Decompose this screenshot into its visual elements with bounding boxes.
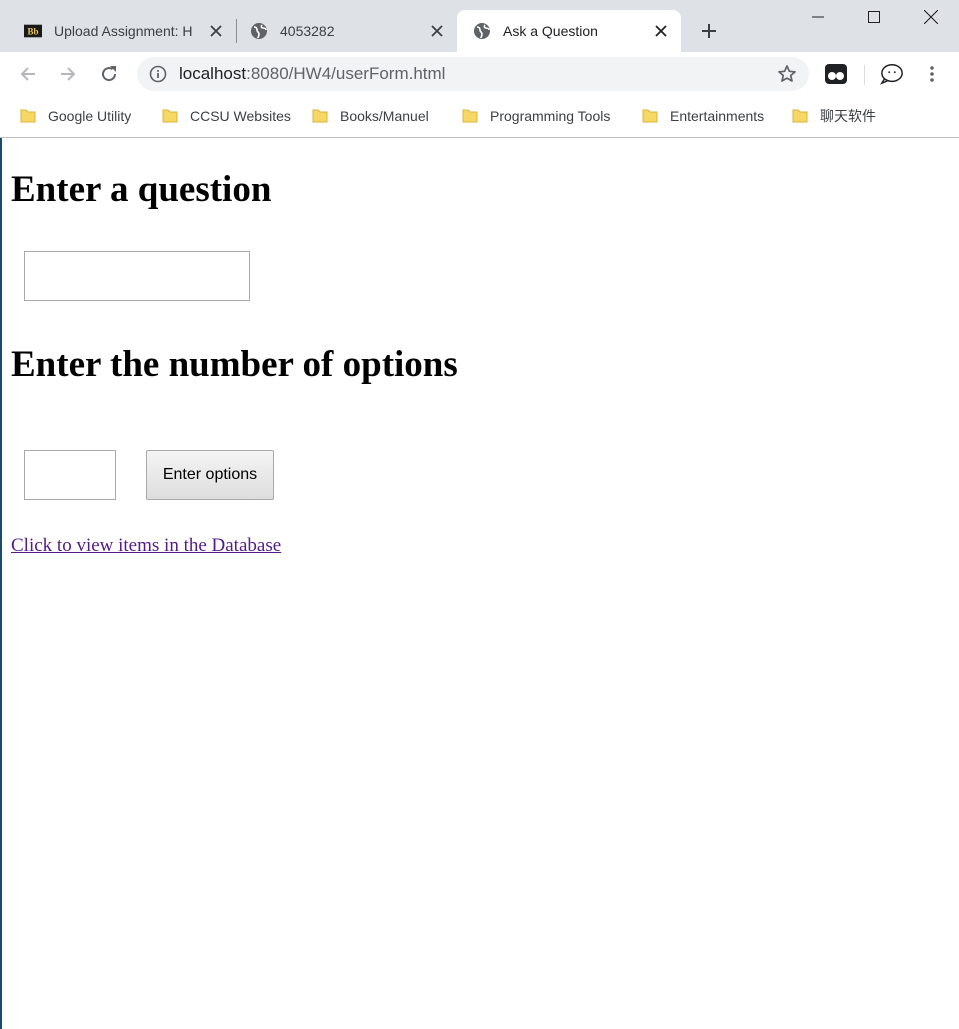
close-icon[interactable] xyxy=(651,21,671,41)
browser-chrome: Bb Upload Assignment: H 4053282 Ask a Qu… xyxy=(0,0,959,138)
bookmark-folder-entertainments[interactable]: Entertainments xyxy=(642,105,764,127)
page-content: Enter a question Enter the number of opt… xyxy=(0,138,959,1029)
bookmark-label: Books/Manuel xyxy=(340,108,429,124)
maximize-button[interactable] xyxy=(845,0,902,34)
tab-ask-a-question[interactable]: Ask a Question xyxy=(457,10,681,52)
reload-button[interactable] xyxy=(95,60,123,88)
folder-icon xyxy=(312,109,328,123)
url-path: :8080/HW4/userForm.html xyxy=(246,64,446,83)
browser-toolbar: localhost:8080/HW4/userForm.html xyxy=(0,52,959,96)
chat-icon[interactable] xyxy=(880,62,904,86)
forward-button[interactable] xyxy=(54,60,82,88)
bookmark-label: CCSU Websites xyxy=(190,108,291,124)
extension-icon[interactable] xyxy=(824,62,848,86)
url-text: localhost:8080/HW4/userForm.html xyxy=(179,64,445,84)
minimize-button[interactable] xyxy=(789,0,846,34)
folder-icon xyxy=(162,109,178,123)
reload-icon xyxy=(102,66,117,82)
options-count-input[interactable] xyxy=(24,450,116,500)
arrow-left-icon xyxy=(20,67,35,81)
bookmarks-bar: Google Utility CCSU Websites Books/Manue… xyxy=(0,96,959,138)
star-icon[interactable] xyxy=(777,64,797,84)
bookmark-folder-chat-software[interactable]: 聊天软件 xyxy=(792,105,876,127)
tab-4053282[interactable]: 4053282 xyxy=(237,10,457,52)
bookmark-label: Entertainments xyxy=(670,108,765,124)
bookmark-label: Programming Tools xyxy=(490,108,611,124)
folder-icon xyxy=(642,109,658,123)
close-icon xyxy=(923,10,938,24)
window-close-button[interactable] xyxy=(902,0,959,34)
folder-icon xyxy=(20,109,36,123)
globe-icon xyxy=(250,22,268,40)
minimize-icon xyxy=(811,16,824,18)
info-icon[interactable] xyxy=(149,65,167,83)
close-icon[interactable] xyxy=(206,21,226,41)
tab-strip: Bb Upload Assignment: H 4053282 Ask a Qu… xyxy=(0,0,959,52)
bookmark-label: Google Utility xyxy=(48,108,132,124)
close-icon[interactable] xyxy=(427,21,447,41)
menu-icon[interactable] xyxy=(920,62,944,86)
bookmark-folder-ccsu-websites[interactable]: CCSU Websites xyxy=(162,105,291,127)
maximize-icon xyxy=(867,11,880,23)
bookmark-label: 聊天软件 xyxy=(820,108,876,124)
new-tab-button[interactable] xyxy=(696,18,722,44)
blackboard-icon: Bb xyxy=(24,22,42,40)
question-input[interactable] xyxy=(24,251,250,301)
arrow-right-icon xyxy=(61,67,76,81)
tab-title: Ask a Question xyxy=(503,23,598,39)
globe-icon xyxy=(473,22,491,40)
folder-icon xyxy=(462,109,478,123)
bookmark-folder-books-manuel[interactable]: Books/Manuel xyxy=(312,105,429,127)
folder-icon xyxy=(792,109,808,123)
toolbar-divider xyxy=(864,65,865,85)
view-database-link[interactable]: Click to view items in the Database xyxy=(11,535,281,557)
options-heading: Enter the number of options xyxy=(11,344,458,385)
tab-title: 4053282 xyxy=(280,23,335,39)
bookmark-folder-google-utility[interactable]: Google Utility xyxy=(20,105,131,127)
plus-icon xyxy=(702,24,716,38)
enter-options-button[interactable]: Enter options xyxy=(146,450,274,500)
bookmark-folder-programming-tools[interactable]: Programming Tools xyxy=(462,105,610,127)
back-button[interactable] xyxy=(14,60,42,88)
tab-title: Upload Assignment: H xyxy=(54,23,193,39)
question-heading: Enter a question xyxy=(11,169,272,210)
url-host: localhost xyxy=(179,64,247,83)
address-bar[interactable]: localhost:8080/HW4/userForm.html xyxy=(137,57,809,91)
tab-upload-assignment[interactable]: Bb Upload Assignment: H xyxy=(0,10,236,52)
svg-text:Bb: Bb xyxy=(27,27,38,37)
